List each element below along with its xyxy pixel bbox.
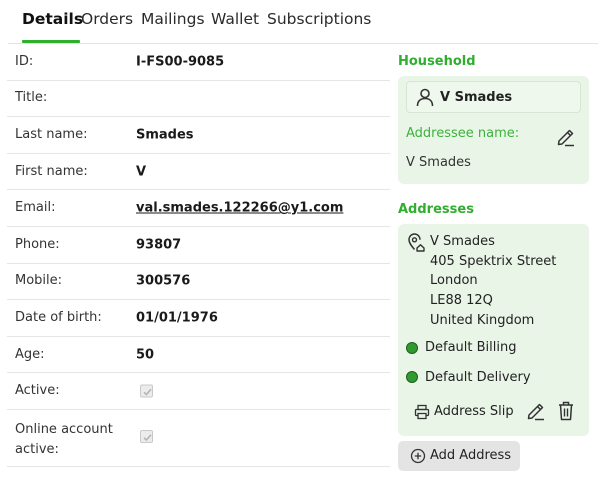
detail-row-dob: Date of birth: 01/01/1976: [7, 300, 390, 337]
customer-details: ID: I-FS00-9085 Title: Last name: Smades…: [7, 44, 390, 467]
tab-orders[interactable]: Orders: [81, 10, 133, 28]
detail-label: Phone:: [15, 236, 60, 252]
age-value: 50: [136, 347, 155, 363]
detail-row-active: Active:: [7, 373, 390, 410]
address-postcode: LE88 12Q: [430, 293, 493, 308]
detail-label: Mobile:: [15, 273, 63, 289]
add-address-button[interactable]: Add Address: [398, 441, 520, 471]
detail-label-line: Online account: [15, 421, 113, 437]
first-name-value: V: [136, 164, 147, 180]
add-address-label: Add Address: [430, 448, 512, 463]
addressee-label: Addressee name:: [406, 126, 520, 141]
household-name-box: V Smades: [406, 81, 581, 113]
addresses-heading: Addresses: [398, 202, 474, 217]
tab-wallet[interactable]: Wallet: [211, 10, 259, 28]
detail-row-last-name: Last name: Smades: [7, 117, 390, 154]
edit-address-pencil-icon[interactable]: [525, 400, 547, 422]
detail-label: Email:: [15, 200, 56, 216]
detail-label: Date of birth:: [15, 309, 102, 325]
tab-mailings[interactable]: Mailings: [141, 10, 205, 28]
printer-icon: [414, 404, 430, 420]
person-icon: [416, 88, 434, 107]
detail-row-email: Email: val.smades.122266@y1.com: [7, 190, 390, 227]
default-billing-indicator: [406, 342, 418, 354]
detail-label: Online account active:: [15, 420, 113, 460]
household-panel: V Smades Addressee name: V Smades: [398, 76, 589, 184]
detail-row-first-name: First name: V: [7, 154, 390, 191]
detail-label: First name:: [15, 163, 88, 179]
address-country: United Kingdom: [430, 313, 535, 328]
detail-label: Active:: [15, 383, 60, 399]
address-line1: 405 Spektrix Street: [430, 254, 557, 269]
detail-row-title: Title:: [7, 81, 390, 118]
detail-row-online-account: Online account active:: [7, 410, 390, 467]
detail-row-age: Age: 50: [7, 337, 390, 374]
default-delivery-label: Default Delivery: [425, 370, 531, 385]
active-tab-indicator: [22, 40, 80, 43]
phone-value: 93807: [136, 237, 182, 253]
default-delivery-indicator: [406, 371, 418, 383]
tab-bar: Details Orders Mailings Wallet Subscript…: [8, 0, 598, 44]
detail-label-line: active:: [15, 441, 59, 457]
address-city: London: [430, 273, 478, 288]
address-card: V Smades 405 Spektrix Street London LE88…: [398, 224, 589, 436]
default-billing-label: Default Billing: [425, 340, 517, 355]
detail-label: Title:: [15, 90, 48, 106]
location-home-icon: [408, 233, 425, 252]
detail-label: Last name:: [15, 126, 88, 142]
detail-label: ID:: [15, 53, 34, 69]
tab-subscriptions[interactable]: Subscriptions: [267, 10, 371, 28]
trash-icon[interactable]: [556, 400, 576, 422]
plus-circle-icon: [410, 448, 426, 464]
customer-id-value: I-FS00-9085: [136, 54, 225, 70]
online-account-checkbox[interactable]: [140, 429, 153, 443]
email-link[interactable]: val.smades.122266@y1.com: [136, 201, 343, 216]
active-checkbox[interactable]: [140, 384, 153, 398]
tab-details[interactable]: Details: [22, 10, 83, 28]
mobile-value: 300576: [136, 273, 191, 289]
dob-value: 01/01/1976: [136, 310, 218, 326]
edit-addressee-pencil-icon[interactable]: [555, 126, 577, 148]
addressee-value: V Smades: [406, 155, 471, 170]
last-name-value: Smades: [136, 127, 194, 143]
detail-label: Age:: [15, 346, 45, 362]
detail-row-id: ID: I-FS00-9085: [7, 44, 390, 81]
detail-row-phone: Phone: 93807: [7, 227, 390, 264]
address-name: V Smades: [430, 234, 495, 249]
address-slip-label: Address Slip: [434, 404, 514, 419]
detail-row-mobile: Mobile: 300576: [7, 264, 390, 301]
household-name: V Smades: [440, 90, 513, 105]
household-heading: Household: [398, 54, 476, 69]
